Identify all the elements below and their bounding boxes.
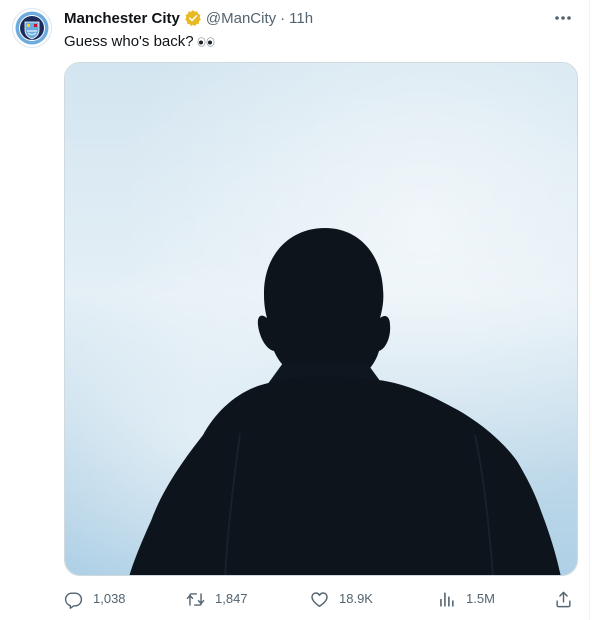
dot-separator: ·: [280, 9, 286, 27]
views-count: 1.5M: [466, 591, 495, 606]
eyes-emoji-icon: [197, 37, 215, 47]
heart-icon: [311, 591, 328, 607]
share-button[interactable]: [554, 586, 583, 612]
man-city-crest-icon: [14, 10, 50, 46]
avatar[interactable]: [12, 8, 52, 48]
views-button[interactable]: 1.5M: [437, 586, 495, 612]
tweet[interactable]: Manchester City @ManCity · 11h Guess who…: [0, 0, 590, 620]
reply-button[interactable]: 1,038: [64, 586, 126, 612]
tweet-header: Manchester City @ManCity · 11h: [64, 8, 577, 28]
reply-count: 1,038: [93, 591, 126, 606]
silhouette-photo: [65, 63, 577, 575]
tweet-actions: 1,038 1,847 18.9K 1.5M: [64, 586, 578, 612]
more-options-icon[interactable]: [553, 8, 573, 28]
tweet-text-line: Guess who's back?: [64, 32, 215, 52]
tweet-text: Guess who's back?: [64, 33, 194, 50]
like-button[interactable]: 18.9K: [310, 586, 373, 612]
retweet-count: 1,847: [215, 591, 248, 606]
tweet-time[interactable]: 11h: [289, 10, 313, 27]
author-handle[interactable]: @ManCity: [206, 10, 276, 27]
reply-icon: [64, 591, 83, 609]
tweet-media-image[interactable]: [64, 62, 578, 576]
retweet-button[interactable]: 1,847: [186, 586, 248, 612]
verified-badge-icon: [185, 10, 201, 27]
share-icon: [556, 591, 571, 607]
like-count: 18.9K: [339, 591, 373, 606]
author-name[interactable]: Manchester City: [64, 10, 180, 27]
retweet-icon: [186, 592, 205, 606]
views-chart-icon: [440, 591, 454, 607]
